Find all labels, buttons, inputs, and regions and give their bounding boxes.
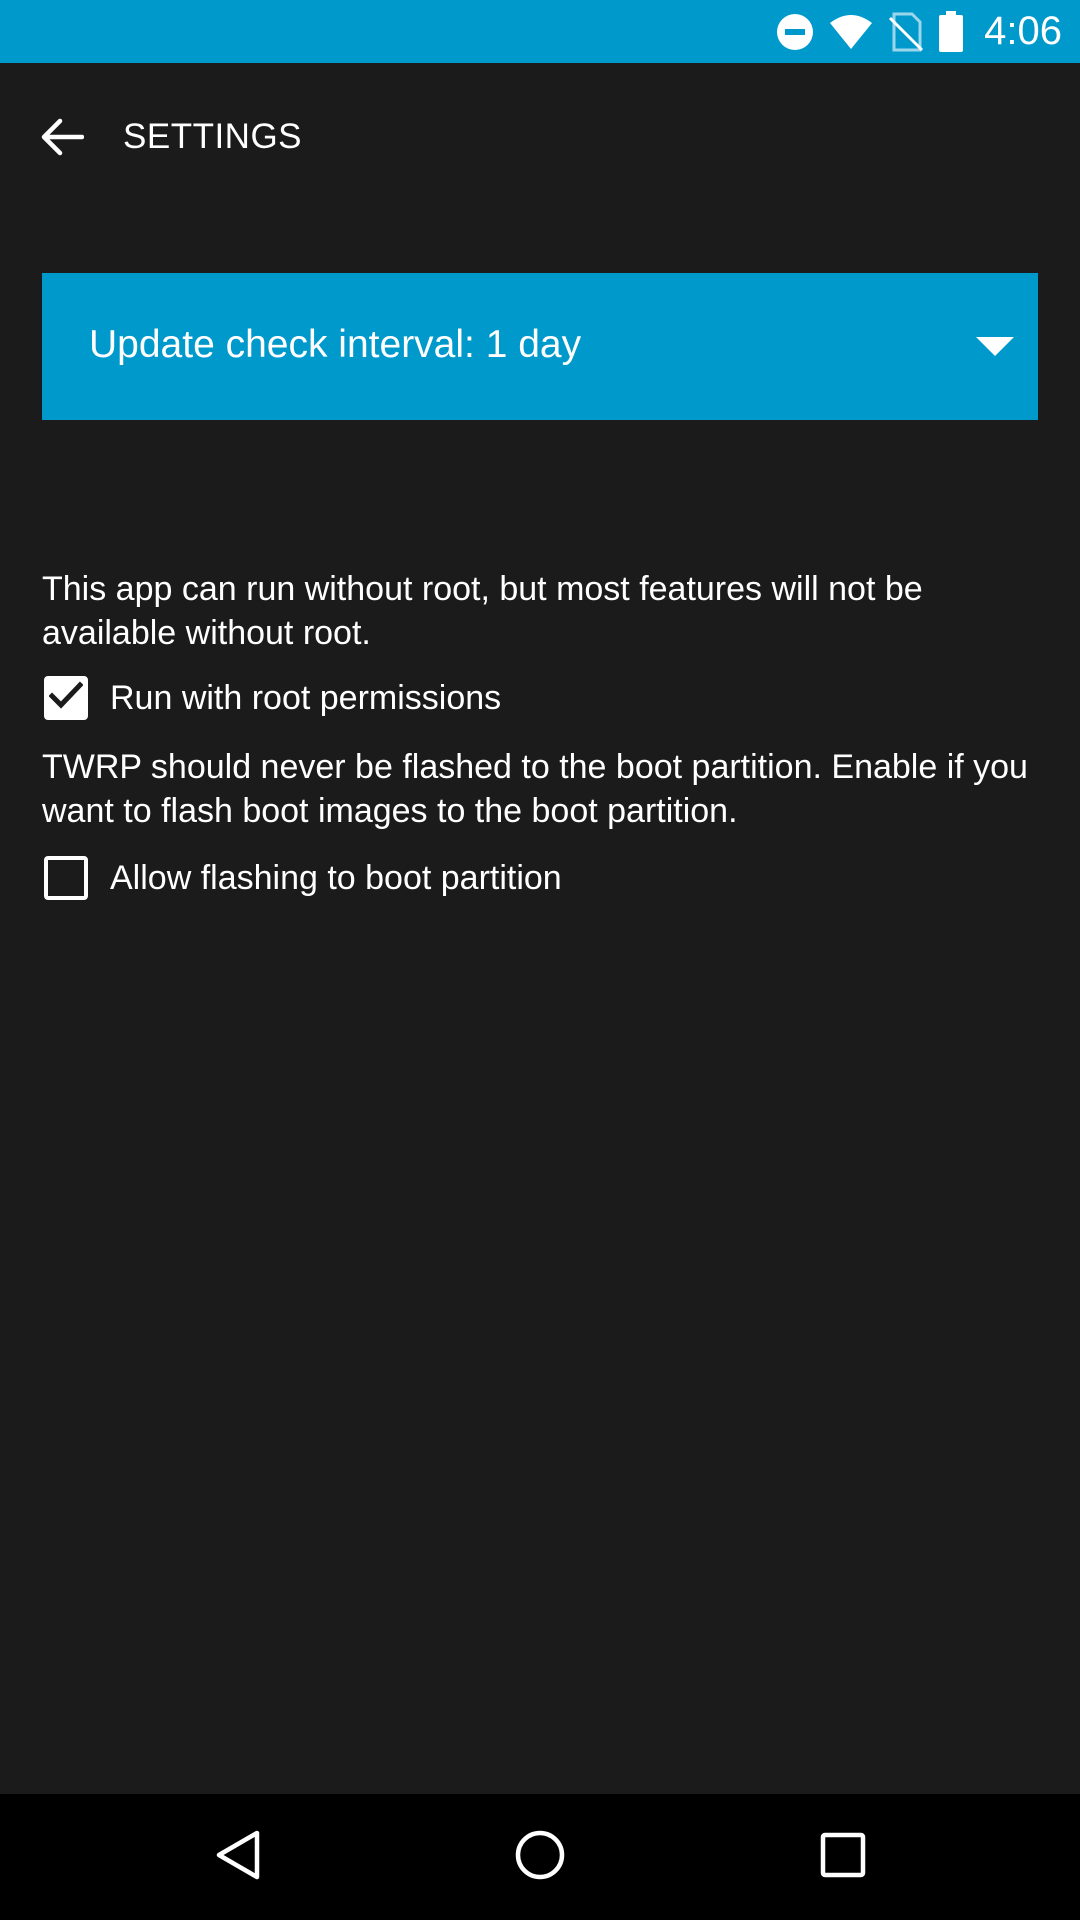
home-circle-icon — [514, 1829, 566, 1886]
root-permissions-row[interactable]: Run with root permissions — [42, 670, 501, 726]
boot-partition-checkbox[interactable] — [44, 856, 88, 900]
root-permissions-label: Run with root permissions — [110, 678, 502, 717]
root-permissions-checkbox[interactable] — [44, 676, 88, 720]
navigation-bar — [0, 1794, 1080, 1920]
recents-square-icon — [820, 1832, 866, 1883]
nav-back-button[interactable] — [203, 1822, 273, 1892]
status-icons: 4:06 — [776, 0, 1062, 63]
dropdown-arrow-icon — [976, 337, 1014, 362]
back-button[interactable] — [26, 103, 98, 175]
arrow-left-icon — [40, 117, 85, 162]
checkmark-icon — [48, 680, 84, 716]
boot-partition-row[interactable]: Allow flashing to boot partition — [42, 850, 562, 906]
nav-recents-button[interactable] — [808, 1822, 878, 1892]
do-not-disturb-icon — [776, 13, 814, 51]
wifi-icon — [828, 13, 874, 51]
update-interval-label: Update check interval: 1 day — [89, 323, 582, 366]
boot-partition-label: Allow flashing to boot partition — [110, 858, 562, 897]
battery-icon — [938, 10, 964, 53]
no-sim-icon — [888, 12, 924, 52]
page-title: SETTINGS — [123, 117, 303, 156]
status-time: 4:06 — [984, 9, 1062, 53]
nav-home-button[interactable] — [505, 1822, 575, 1892]
boot-description: TWRP should never be flashed to the boot… — [42, 748, 1028, 830]
toolbar: SETTINGS — [0, 63, 1080, 211]
back-triangle-icon — [215, 1829, 261, 1886]
update-interval-dropdown[interactable]: Update check interval: 1 day — [42, 273, 1038, 420]
root-description: This app can run without root, but most … — [42, 570, 923, 652]
status-bar: 4:06 — [0, 0, 1080, 63]
